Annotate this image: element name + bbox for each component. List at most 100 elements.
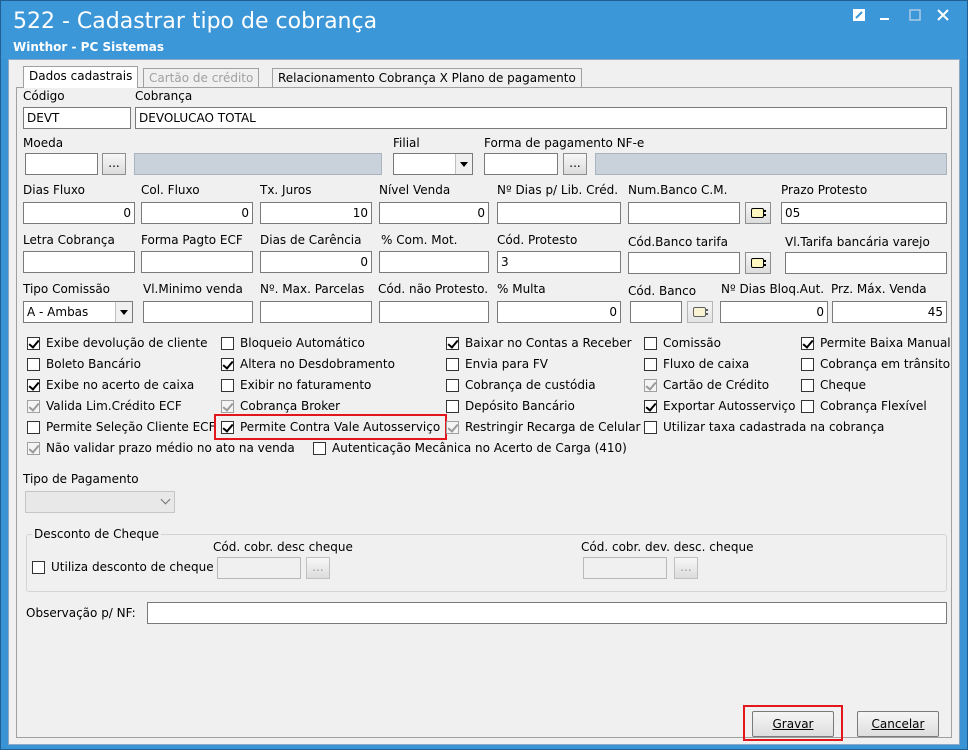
moeda-description — [134, 153, 382, 175]
tipo-comissao-label: Tipo Comissão — [23, 282, 111, 296]
checkbox-box[interactable] — [446, 400, 459, 413]
title-bar[interactable]: 522 - Cadastrar tipo de cobrança Winthor… — [1, 1, 967, 59]
multa-label: % Multa — [497, 282, 546, 296]
tipo-pagamento-select[interactable] — [25, 491, 175, 513]
checkbox-box[interactable] — [644, 400, 657, 413]
codigo-label: Código — [23, 89, 65, 103]
tab-dados-cadastrais[interactable]: Dados cadastrais — [23, 66, 139, 88]
checkbox-box[interactable] — [27, 379, 40, 392]
tab-relacionamento[interactable]: Relacionamento Cobrança X Plano de pagam… — [272, 68, 582, 88]
cancelar-button[interactable]: Cancelar — [857, 711, 939, 737]
cod-cobr-dev-label: Cód. cobr. dev. desc. cheque — [581, 540, 754, 554]
vl-tarifa-varejo-input[interactable] — [785, 252, 947, 274]
cod-protesto-input[interactable]: 3 — [497, 251, 621, 273]
checkbox-box[interactable] — [644, 337, 657, 350]
checkbox-box[interactable] — [446, 358, 459, 371]
cod-banco-input[interactable] — [630, 301, 682, 323]
prz-max-venda-input[interactable]: 45 — [832, 301, 947, 323]
checkbox-box[interactable] — [27, 358, 40, 371]
prazo-protesto-input[interactable]: 05 — [781, 202, 947, 224]
pointing-hand-icon — [693, 307, 708, 317]
num-banco-cm-lookup-button[interactable] — [745, 202, 771, 224]
moeda-input[interactable] — [25, 153, 98, 175]
num-banco-cm-input[interactable] — [628, 202, 740, 224]
minimize-icon[interactable] — [873, 7, 897, 27]
checkbox-box[interactable] — [801, 400, 814, 413]
forma-pagamento-description — [595, 153, 947, 175]
checkbox-box[interactable] — [644, 358, 657, 371]
checkbox-box[interactable] — [801, 379, 814, 392]
pointing-hand-icon — [751, 258, 766, 268]
cod-nao-protesto-label: Cód. não Protesto. — [378, 282, 489, 296]
filial-label: Filial — [393, 136, 420, 150]
cod-banco-tarifa-label: Cód.Banco tarifa — [628, 235, 729, 249]
dias-lib-cred-input[interactable] — [497, 202, 621, 224]
codigo-input[interactable]: DEVT — [23, 107, 131, 129]
close-icon[interactable] — [931, 7, 955, 27]
checkbox-box[interactable] — [221, 358, 234, 371]
maximize-icon[interactable] — [903, 7, 927, 27]
checkbox-box[interactable] — [27, 442, 40, 455]
letra-cobranca-input[interactable] — [23, 251, 135, 273]
checkbox-box[interactable] — [446, 337, 459, 350]
checkbox-box[interactable] — [801, 358, 814, 371]
cod-banco-lookup-button[interactable] — [687, 301, 713, 323]
cod-cobr-desc-lookup-button[interactable]: ... — [306, 557, 330, 579]
chevron-down-icon[interactable] — [455, 154, 472, 174]
observacao-label: Observação p/ NF: — [26, 606, 136, 620]
tab-panel-dados: Código DEVT Cobrança DEVOLUCAO TOTAL Moe… — [16, 87, 952, 741]
cod-cobr-dev-lookup-button[interactable]: ... — [674, 557, 698, 579]
max-parcelas-input[interactable] — [260, 301, 372, 323]
tipo-comissao-select[interactable]: A - Ambas — [23, 301, 133, 323]
vl-minimo-venda-input[interactable] — [143, 301, 253, 323]
checkbox-box[interactable] — [27, 421, 40, 434]
observacao-input[interactable] — [147, 602, 947, 624]
checkbox-box[interactable] — [644, 379, 657, 392]
cod-banco-label: Cód. Banco — [628, 284, 697, 298]
restore-icon[interactable] — [847, 7, 871, 27]
filial-select[interactable] — [393, 153, 473, 175]
cobranca-input[interactable]: DEVOLUCAO TOTAL — [135, 107, 947, 129]
checkbox-box[interactable] — [221, 337, 234, 350]
checkbox-box[interactable] — [27, 400, 40, 413]
checkbox-box[interactable] — [27, 337, 40, 350]
dias-bloq-aut-input[interactable]: 0 — [720, 301, 828, 323]
vl-tarifa-varejo-label: Vl.Tarifa bancária varejo — [785, 235, 930, 249]
cobranca-label: Cobrança — [135, 89, 193, 103]
pointing-hand-icon — [751, 208, 766, 218]
cod-banco-tarifa-lookup-button[interactable] — [745, 252, 771, 274]
checkbox-box[interactable] — [446, 379, 459, 392]
chevron-down-icon[interactable] — [157, 492, 174, 512]
tab-cartao-credito[interactable]: Cartão de crédito — [143, 68, 260, 88]
max-parcelas-label: Nº. Max. Parcelas — [260, 282, 365, 296]
dias-carencia-input[interactable]: 0 — [260, 251, 372, 273]
cod-cobr-dev-input[interactable] — [583, 557, 667, 579]
moeda-lookup-button[interactable]: ... — [102, 153, 126, 175]
checkbox-box[interactable] — [221, 379, 234, 392]
forma-pagamento-nfe-input[interactable] — [484, 153, 558, 175]
forma-pagamento-lookup-button[interactable]: ... — [563, 153, 587, 175]
vl-minimo-venda-label: Vl.Minimo venda — [143, 282, 243, 296]
dias-fluxo-input[interactable]: 0 — [23, 202, 135, 224]
checkbox-box[interactable] — [644, 421, 657, 434]
cod-cobr-desc-input[interactable] — [217, 557, 301, 579]
checkbox-box[interactable] — [446, 421, 459, 434]
checkbox-box[interactable] — [313, 442, 326, 455]
checkbox-box[interactable] — [801, 337, 814, 350]
tipo-comissao-value: A - Ambas — [27, 305, 89, 319]
tx-juros-input[interactable]: 10 — [260, 202, 372, 224]
com-mot-input[interactable] — [379, 251, 489, 273]
dias-lib-cred-label: Nº Dias p/ Lib. Créd. — [497, 183, 619, 197]
dias-bloq-aut-label: Nº Dias Bloq.Aut. — [721, 282, 825, 296]
cod-banco-tarifa-input[interactable] — [628, 252, 740, 274]
forma-pagto-ecf-input[interactable] — [141, 251, 253, 273]
com-mot-label: % Com. Mot. — [381, 233, 458, 247]
cod-nao-protesto-input[interactable] — [379, 301, 489, 323]
checkbox-box[interactable] — [221, 400, 234, 413]
col-fluxo-input[interactable]: 0 — [141, 202, 253, 224]
checkbox-box[interactable] — [32, 561, 45, 574]
multa-input[interactable]: 0 — [497, 301, 621, 323]
nivel-venda-input[interactable]: 0 — [379, 202, 489, 224]
moeda-label: Moeda — [23, 136, 64, 150]
chevron-down-icon[interactable] — [115, 302, 132, 322]
